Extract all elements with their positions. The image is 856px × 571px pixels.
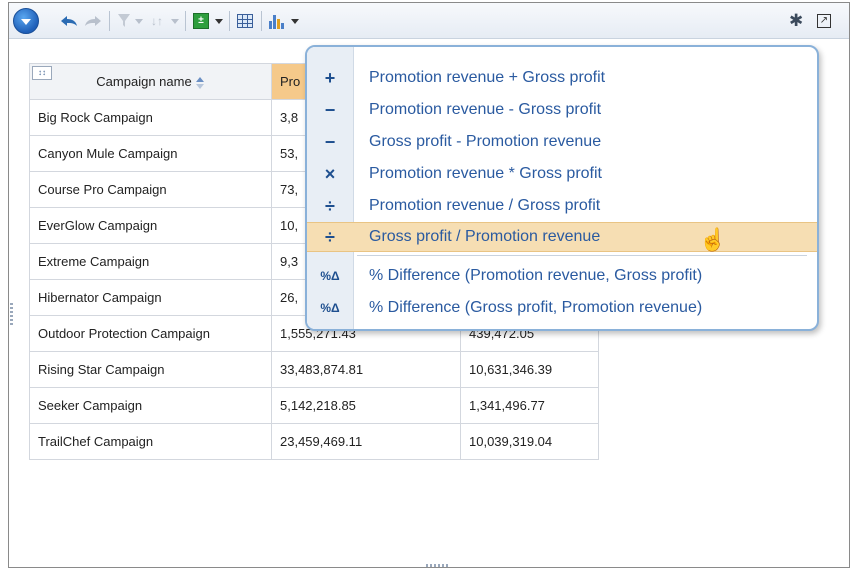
calc-menu-item[interactable]: − Promotion revenue - Gross profit bbox=[307, 95, 817, 125]
report-viewer: ↓↑ ± ✱ ↗ ↕↕ Campaign name Pro Big Rock C… bbox=[8, 2, 850, 568]
toolbar: ↓↑ ± bbox=[9, 3, 849, 39]
sort-icon[interactable]: ↓↑ bbox=[151, 10, 163, 32]
operator-icon: × bbox=[324, 163, 336, 184]
calc-menu-item-label: Promotion revenue - Gross profit bbox=[369, 101, 602, 118]
cell-campaign-name[interactable]: Seeker Campaign bbox=[29, 387, 272, 424]
expand-icon[interactable]: ↗ bbox=[817, 10, 831, 32]
calc-menu-item-label: Promotion revenue / Gross profit bbox=[369, 197, 601, 214]
toolbar-separator bbox=[185, 11, 186, 31]
operator-icon: %Δ bbox=[320, 269, 340, 283]
operator-icon: %Δ bbox=[320, 301, 340, 315]
column-header-campaign-name[interactable]: ↕↕ Campaign name bbox=[29, 63, 272, 100]
toolbar-separator bbox=[109, 11, 110, 31]
sort-dropdown-caret[interactable] bbox=[171, 19, 179, 24]
sort-arrows-icon[interactable] bbox=[195, 76, 205, 89]
cell-promotion-revenue[interactable]: 5,142,218.85 bbox=[271, 387, 461, 424]
chart-dropdown-caret[interactable] bbox=[291, 19, 299, 24]
cell-campaign-name[interactable]: Rising Star Campaign bbox=[29, 351, 272, 388]
menu-orb-icon[interactable] bbox=[13, 8, 39, 34]
hand-cursor-icon: ☝ bbox=[699, 227, 727, 252]
calculate-dropdown-caret[interactable] bbox=[215, 19, 223, 24]
calc-menu-item-label: % Difference (Gross profit, Promotion re… bbox=[369, 299, 703, 316]
cell-promotion-revenue[interactable]: 33,483,874.81 bbox=[271, 351, 461, 388]
calc-menu-item-label: Gross profit - Promotion revenue bbox=[369, 133, 602, 150]
cell-gross-profit[interactable]: 1,341,496.77 bbox=[460, 387, 599, 424]
toolbar-separator bbox=[261, 11, 262, 31]
calc-menu-item[interactable]: %Δ % Difference (Gross profit, Promotion … bbox=[307, 293, 817, 323]
chart-icon[interactable] bbox=[269, 10, 284, 32]
redo-icon[interactable] bbox=[83, 10, 103, 32]
cell-campaign-name[interactable]: Big Rock Campaign bbox=[29, 99, 272, 136]
calc-menu-item-label: Promotion revenue * Gross profit bbox=[369, 165, 602, 182]
calc-menu-item[interactable]: %Δ % Difference (Promotion revenue, Gross… bbox=[307, 261, 817, 291]
cell-campaign-name[interactable]: TrailChef Campaign bbox=[29, 423, 272, 460]
cell-campaign-name[interactable]: Canyon Mule Campaign bbox=[29, 135, 272, 172]
calc-menu-item-label: % Difference (Promotion revenue, Gross p… bbox=[369, 267, 703, 284]
table-row: Seeker Campaign 5,142,218.85 1,341,496.77 bbox=[29, 387, 599, 424]
operator-icon: − bbox=[324, 99, 336, 120]
table-icon[interactable] bbox=[237, 10, 253, 32]
cell-campaign-name[interactable]: Course Pro Campaign bbox=[29, 171, 272, 208]
calc-menu-item[interactable]: + Promotion revenue + Gross profit bbox=[307, 63, 817, 93]
sort-toggle-icon[interactable]: ↕↕ bbox=[32, 66, 52, 80]
toolbar-separator bbox=[229, 11, 230, 31]
cell-promotion-revenue[interactable]: 23,459,469.11 bbox=[271, 423, 461, 460]
operator-icon: ÷ bbox=[325, 195, 335, 216]
column-header-label: Pro bbox=[280, 74, 301, 89]
column-header-label: Campaign name bbox=[96, 74, 192, 89]
cell-campaign-name[interactable]: Extreme Campaign bbox=[29, 243, 272, 280]
calc-menu-item[interactable]: ÷ Gross profit / Promotion revenue bbox=[307, 222, 817, 252]
calculation-menu: + Promotion revenue + Gross profit − Promot… bbox=[305, 45, 819, 331]
calc-menu-item[interactable]: − Gross profit - Promotion revenue bbox=[307, 127, 817, 157]
resize-grip-bottom[interactable] bbox=[426, 564, 450, 567]
operator-icon: ÷ bbox=[325, 226, 335, 247]
calc-menu-item[interactable]: ÷ Promotion revenue / Gross profit bbox=[307, 191, 817, 221]
cell-campaign-name[interactable]: Hibernator Campaign bbox=[29, 279, 272, 316]
gear-icon[interactable]: ✱ bbox=[789, 10, 803, 32]
filter-dropdown-caret[interactable] bbox=[135, 19, 143, 24]
cell-campaign-name[interactable]: Outdoor Protection Campaign bbox=[29, 315, 272, 352]
calc-menu-item-label: Gross profit / Promotion revenue bbox=[369, 228, 601, 245]
table-row: TrailChef Campaign 23,459,469.11 10,039,31… bbox=[29, 423, 599, 460]
cell-gross-profit[interactable]: 10,631,346.39 bbox=[460, 351, 599, 388]
calc-menu-item[interactable]: × Promotion revenue * Gross profit bbox=[307, 159, 817, 189]
calc-menu-item-label: Promotion revenue + Gross profit bbox=[369, 69, 606, 86]
operator-icon: + bbox=[324, 67, 336, 88]
calculate-icon[interactable]: ± bbox=[193, 10, 209, 32]
undo-icon[interactable] bbox=[59, 10, 79, 32]
operator-icon: − bbox=[324, 131, 336, 152]
cell-gross-profit[interactable]: 10,039,319.04 bbox=[460, 423, 599, 460]
resize-grip-left[interactable] bbox=[10, 303, 13, 325]
cell-campaign-name[interactable]: EverGlow Campaign bbox=[29, 207, 272, 244]
filter-icon[interactable] bbox=[117, 10, 131, 32]
table-row: Rising Star Campaign 33,483,874.81 10,631,… bbox=[29, 351, 599, 388]
menu-separator bbox=[357, 255, 807, 256]
